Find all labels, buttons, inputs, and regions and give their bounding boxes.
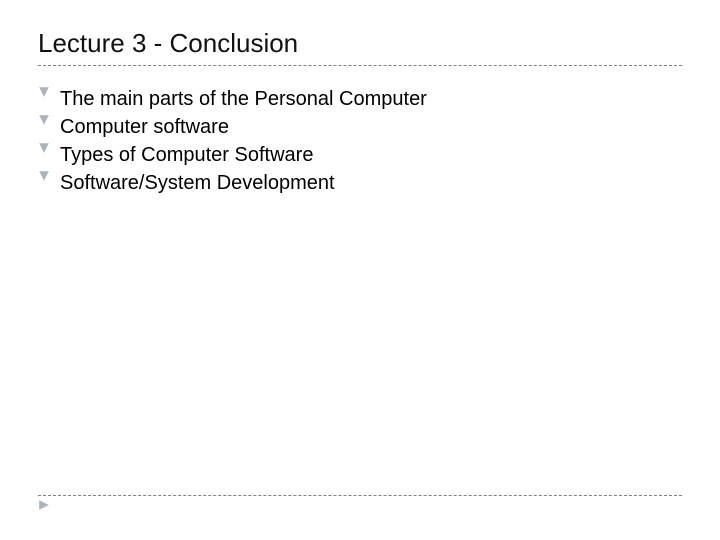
title-divider xyxy=(38,65,682,66)
list-item: Computer software xyxy=(38,114,682,140)
bullet-list: The main parts of the Personal Computer … xyxy=(38,86,682,196)
bullet-icon xyxy=(38,142,60,154)
footer-marker-icon xyxy=(38,498,50,516)
bullet-icon xyxy=(38,170,60,182)
bullet-icon xyxy=(38,114,60,126)
bullet-text: The main parts of the Personal Computer xyxy=(60,86,427,112)
bullet-text: Types of Computer Software xyxy=(60,142,313,168)
bullet-text: Software/System Development xyxy=(60,170,335,196)
bullet-text: Computer software xyxy=(60,114,229,140)
slide-title: Lecture 3 - Conclusion xyxy=(38,28,682,59)
footer-divider xyxy=(38,495,682,496)
list-item: Software/System Development xyxy=(38,170,682,196)
bullet-icon xyxy=(38,86,60,98)
slide: Lecture 3 - Conclusion The main parts of… xyxy=(0,0,720,540)
list-item: Types of Computer Software xyxy=(38,142,682,168)
list-item: The main parts of the Personal Computer xyxy=(38,86,682,112)
